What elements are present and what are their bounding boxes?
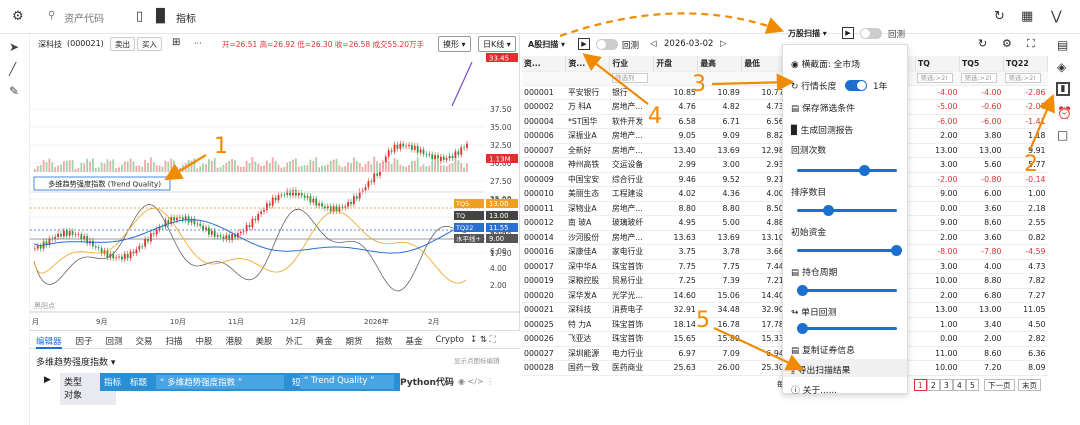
annotation-2: 2 (1024, 152, 1038, 177)
arrow-1 (164, 154, 207, 181)
annotation-5: 5 (696, 308, 710, 333)
arrow-3 (711, 73, 795, 92)
arrow-2 (1028, 93, 1055, 151)
annotation-4: 4 (648, 104, 662, 129)
annotation-3: 3 (692, 72, 706, 97)
arrow-4 (582, 53, 649, 105)
annotation-1: 1 (214, 134, 228, 159)
dashed-link-arrow (559, 12, 785, 38)
annotation-overlay (164, 12, 1055, 371)
arrow-5 (713, 327, 804, 371)
